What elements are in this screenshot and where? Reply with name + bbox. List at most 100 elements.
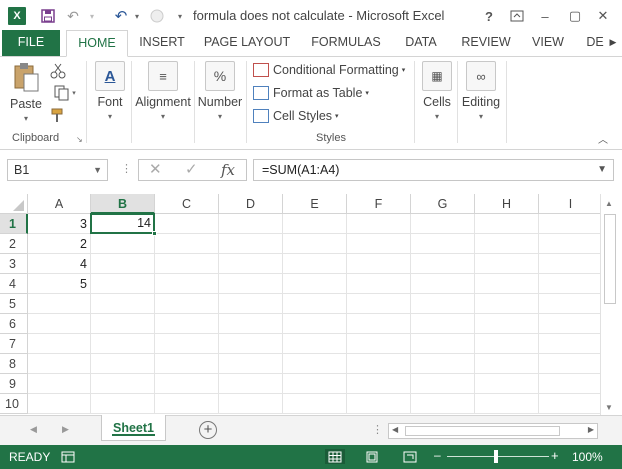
- column-header-f[interactable]: F: [347, 194, 411, 214]
- zoom-in-button[interactable]: +: [551, 448, 559, 463]
- cell-i4[interactable]: [539, 274, 600, 294]
- cell-d3[interactable]: [219, 254, 283, 274]
- column-header-a[interactable]: A: [28, 194, 91, 214]
- cell-g9[interactable]: [411, 374, 475, 394]
- tab-view[interactable]: VIEW: [528, 30, 568, 57]
- cell-a6[interactable]: [28, 314, 91, 334]
- conditional-formatting-button[interactable]: Conditional Formatting ▾: [253, 63, 405, 77]
- next-sheet-icon[interactable]: ▶: [62, 424, 69, 435]
- page-break-view-icon[interactable]: [402, 449, 418, 464]
- row-header-5[interactable]: 5: [0, 294, 28, 314]
- cell-b2[interactable]: [91, 234, 155, 254]
- cell-f1[interactable]: [347, 214, 411, 234]
- cell-i3[interactable]: [539, 254, 600, 274]
- cell-c4[interactable]: [155, 274, 219, 294]
- cell-b7[interactable]: [91, 334, 155, 354]
- cell-d8[interactable]: [219, 354, 283, 374]
- cell-e8[interactable]: [283, 354, 347, 374]
- row-header-4[interactable]: 4: [0, 274, 28, 294]
- cell-e9[interactable]: [283, 374, 347, 394]
- format-as-table-button[interactable]: Format as Table ▾: [253, 86, 369, 100]
- font-button[interactable]: A Font ▾: [95, 61, 125, 121]
- cell-a3[interactable]: 4: [28, 254, 91, 274]
- column-header-c[interactable]: C: [155, 194, 219, 214]
- save-icon[interactable]: [38, 6, 58, 26]
- cell-i7[interactable]: [539, 334, 600, 354]
- cell-g1[interactable]: [411, 214, 475, 234]
- cell-e4[interactable]: [283, 274, 347, 294]
- cell-c10[interactable]: [155, 394, 219, 414]
- cell-d5[interactable]: [219, 294, 283, 314]
- cell-b4[interactable]: [91, 274, 155, 294]
- cell-i1[interactable]: [539, 214, 600, 234]
- cell-e3[interactable]: [283, 254, 347, 274]
- cell-a9[interactable]: [28, 374, 91, 394]
- cell-c9[interactable]: [155, 374, 219, 394]
- ribbon-display-options-icon[interactable]: [506, 6, 528, 26]
- name-box-dropdown-icon[interactable]: ▼: [93, 160, 102, 180]
- column-header-g[interactable]: G: [411, 194, 475, 214]
- insert-function-icon[interactable]: fx: [221, 160, 235, 180]
- cell-f5[interactable]: [347, 294, 411, 314]
- zoom-level[interactable]: 100%: [572, 450, 603, 464]
- copy-icon[interactable]: ▾: [50, 83, 80, 103]
- formula-input[interactable]: =SUM(A1:A4) ▼: [253, 159, 614, 181]
- vertical-scrollbar[interactable]: ▲ ▼: [600, 194, 618, 415]
- cell-h3[interactable]: [475, 254, 539, 274]
- scroll-down-icon[interactable]: ▼: [605, 403, 613, 412]
- undo-history-icon[interactable]: ▾: [132, 6, 142, 26]
- cell-b3[interactable]: [91, 254, 155, 274]
- cell-g7[interactable]: [411, 334, 475, 354]
- tab-formulas[interactable]: FORMULAS: [306, 30, 386, 57]
- cell-e1[interactable]: [283, 214, 347, 234]
- cell-h9[interactable]: [475, 374, 539, 394]
- tab-insert[interactable]: INSERT: [137, 30, 187, 57]
- format-painter-icon[interactable]: [50, 105, 66, 125]
- horizontal-scrollbar[interactable]: ◀ ▶: [388, 423, 598, 439]
- cell-b6[interactable]: [91, 314, 155, 334]
- cell-e6[interactable]: [283, 314, 347, 334]
- cell-f9[interactable]: [347, 374, 411, 394]
- cell-c1[interactable]: [155, 214, 219, 234]
- column-header-b[interactable]: B: [91, 194, 155, 214]
- cell-a2[interactable]: 2: [28, 234, 91, 254]
- minimize-button[interactable]: –: [534, 6, 556, 26]
- cell-i8[interactable]: [539, 354, 600, 374]
- zoom-slider-thumb[interactable]: [494, 450, 498, 463]
- cell-a4[interactable]: 5: [28, 274, 91, 294]
- expand-formula-bar-icon[interactable]: ▼: [597, 160, 607, 180]
- undo-icon[interactable]: ↶: [110, 6, 132, 26]
- tab-page-layout[interactable]: PAGE LAYOUT: [202, 30, 292, 57]
- tab-review[interactable]: REVIEW: [458, 30, 514, 57]
- row-header-8[interactable]: 8: [0, 354, 28, 374]
- tab-home[interactable]: HOME: [66, 30, 128, 57]
- column-header-i[interactable]: I: [539, 194, 600, 214]
- help-button[interactable]: ?: [478, 6, 500, 26]
- cell-d7[interactable]: [219, 334, 283, 354]
- cell-b8[interactable]: [91, 354, 155, 374]
- excel-logo-icon[interactable]: X: [8, 7, 26, 25]
- enter-icon[interactable]: ✓: [185, 160, 198, 180]
- cell-f10[interactable]: [347, 394, 411, 414]
- cell-d6[interactable]: [219, 314, 283, 334]
- cell-f3[interactable]: [347, 254, 411, 274]
- scroll-right-icon[interactable]: ▶: [588, 425, 594, 434]
- cell-g2[interactable]: [411, 234, 475, 254]
- cell-b5[interactable]: [91, 294, 155, 314]
- cell-f7[interactable]: [347, 334, 411, 354]
- cell-e2[interactable]: [283, 234, 347, 254]
- cell-g8[interactable]: [411, 354, 475, 374]
- cell-c2[interactable]: [155, 234, 219, 254]
- page-layout-view-icon[interactable]: [364, 449, 380, 464]
- cell-f8[interactable]: [347, 354, 411, 374]
- cell-d10[interactable]: [219, 394, 283, 414]
- cell-b10[interactable]: [91, 394, 155, 414]
- cell-g6[interactable]: [411, 314, 475, 334]
- cells-button[interactable]: ▦ Cells ▾: [421, 61, 453, 121]
- cell-i10[interactable]: [539, 394, 600, 414]
- zoom-out-button[interactable]: –: [434, 448, 441, 462]
- row-header-9[interactable]: 9: [0, 374, 28, 394]
- row-header-6[interactable]: 6: [0, 314, 28, 334]
- cell-a1[interactable]: 3: [28, 214, 91, 234]
- column-header-d[interactable]: D: [219, 194, 283, 214]
